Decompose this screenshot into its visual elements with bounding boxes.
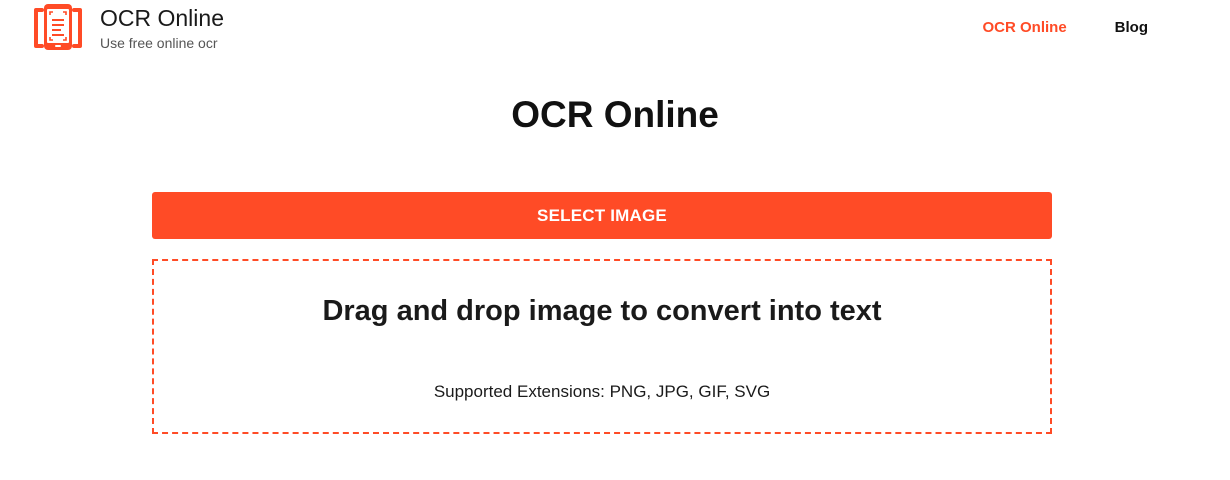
nav-item-ocr-online[interactable]: OCR Online [983, 18, 1067, 38]
nav-item-blog[interactable]: Blog [1115, 18, 1148, 38]
supported-extensions-text: Supported Extensions: PNG, JPG, GIF, SVG [433, 382, 771, 401]
brand-title: OCR Online [100, 5, 224, 31]
page: OCR Online Use free online ocr OCR Onlin… [0, 0, 1230, 480]
brand-link[interactable]: OCR Online Use free online ocr [32, 2, 224, 52]
ocr-scan-phone-icon [34, 4, 82, 50]
select-image-button[interactable]: SELECT IMAGE [152, 192, 1052, 239]
drop-zone[interactable]: Drag and drop image to convert into text… [152, 259, 1052, 434]
main-nav: OCR Online Blog [983, 18, 1149, 38]
site-header: OCR Online Use free online ocr OCR Onlin… [0, 0, 1230, 60]
drop-zone-title: Drag and drop image to convert into text [322, 295, 882, 327]
page-title: OCR Online [511, 94, 719, 135]
brand-text: OCR Online Use free online ocr [100, 2, 224, 52]
brand-subtitle: Use free online ocr [100, 35, 218, 51]
